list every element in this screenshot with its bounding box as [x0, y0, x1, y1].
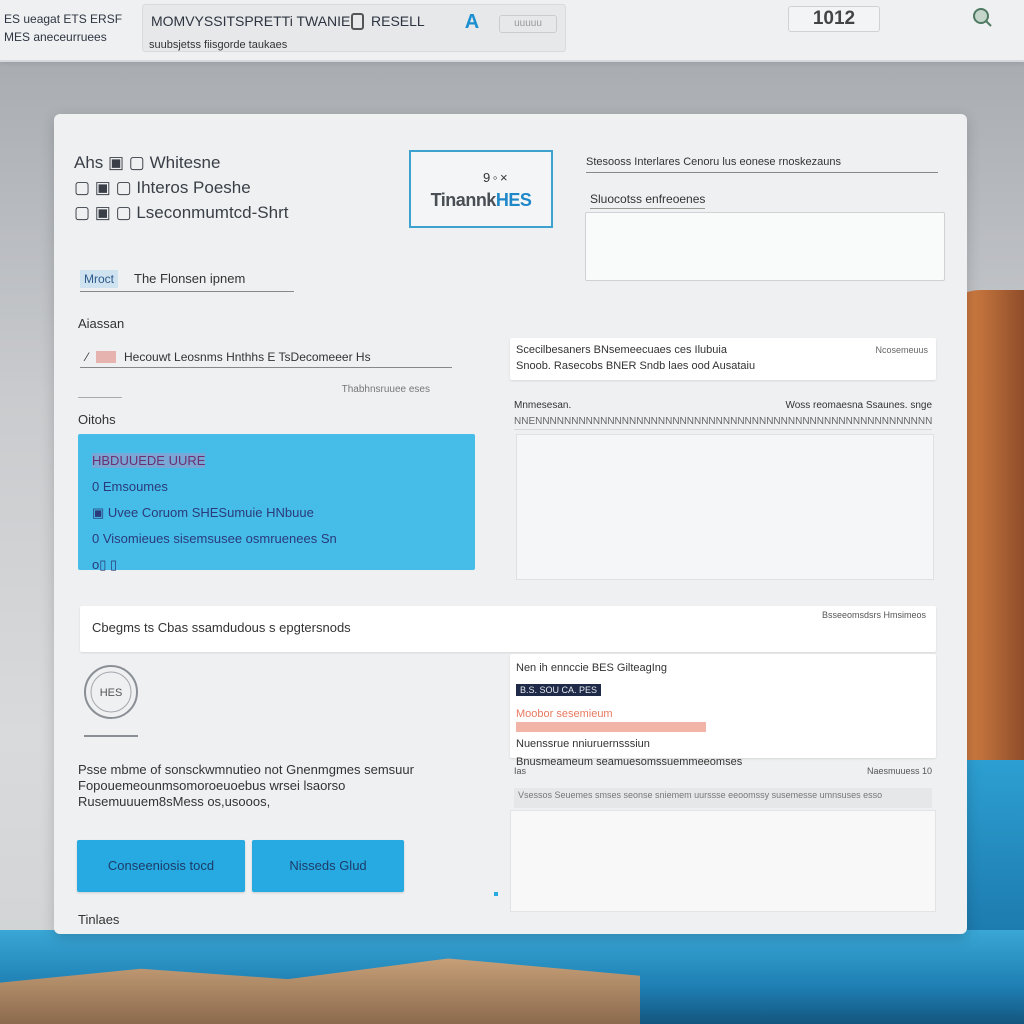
footer-label: Tinlaes	[78, 912, 120, 927]
options-label: Oitohs	[78, 412, 116, 427]
note-line: Scecilbesaners BNsemeecuaes ces Ilubuia	[516, 344, 727, 356]
seal-icon: HES	[78, 662, 144, 744]
logo-text-a: Tinannk	[430, 190, 497, 210]
app-menu-line2: MES aneceurruees	[4, 30, 107, 44]
header-list: Ahs ▣ ▢ Whitesne ▢ ▣ ▢ Ihteros Poeshe ▢ …	[74, 150, 374, 225]
note-tag: Ncosemeuus	[875, 345, 928, 355]
header-row[interactable]: ▢ ▣ ▢ Ihteros Poeshe	[74, 175, 374, 200]
app-logo-icon: A	[464, 11, 480, 33]
status-dot	[494, 892, 498, 896]
details-card[interactable]: Nen ih ennccie BES GilteagIng B.S. SOU C…	[510, 654, 936, 768]
panel-subtitle: Vsessos Seuemes smses seonse sniemem uur…	[514, 788, 932, 808]
helper-divider	[78, 384, 122, 398]
panel-title: Ias	[514, 766, 527, 776]
panel-header: Mnmesesan. Woss reomaesna Ssaunes. snge	[514, 400, 932, 411]
section-label: Aiassan	[78, 316, 125, 331]
title-field-subtitle: suubsjetss fiisgorde taukaes	[149, 39, 288, 51]
banner-text: Cbegms ts Cbas ssamdudous s epgtersnods	[92, 620, 351, 635]
right-subheading: Sluocotss enfreoenes	[590, 192, 706, 209]
top-toolbar: ES ueagat ETS ERSF MES aneceurruees MOMV…	[0, 0, 1024, 62]
primary-button[interactable]: Conseeniosis tocd	[77, 840, 245, 892]
panel-title: Mnmesesan.	[514, 400, 572, 411]
options-item[interactable]: 0 Visomieues sisemsusee osmruenees Sn	[92, 526, 461, 552]
header-row[interactable]: Ahs ▣ ▢ Whitesne	[74, 150, 374, 175]
title-field-text: MOMVYSSITSPRETTi TWANIE	[151, 13, 351, 29]
card-highlight	[516, 722, 706, 732]
wide-banner[interactable]: Bsseeomsdsrs Hmsimeos Cbegms ts Cbas ssa…	[80, 606, 936, 652]
options-item[interactable]: HBDUUEDE UURE	[92, 448, 461, 474]
options-item[interactable]: ▣ Uvee Coruom SHESumuie HNbuue	[92, 500, 461, 526]
logo-small-text: 9 ◦ ×	[483, 170, 508, 185]
secondary-button[interactable]: Nisseds Glud	[252, 840, 404, 892]
tab-item[interactable]: The Flonsen ipnem	[134, 271, 245, 286]
logo-text-b: HES	[495, 190, 532, 210]
title-field[interactable]: MOMVYSSITSPRETTi TWANIE RESELL A uuuuu s…	[142, 4, 566, 52]
header-row[interactable]: ▢ ▣ ▢ Lseconmumtcd-Shrt	[74, 200, 374, 225]
brand-logo: 9 ◦ × TinannkHES	[409, 150, 553, 228]
main-window: Ahs ▣ ▢ Whitesne ▢ ▣ ▢ Ihteros Poeshe ▢ …	[54, 114, 967, 934]
info-note: Ncosemeuus Scecilbesaners BNsemeecuaes c…	[510, 338, 936, 380]
input-value: Hecouwt Leosnms Hnthhs E TsDecomeeer Hs	[124, 349, 371, 364]
helper-text: Thabhnsruuee eses	[341, 384, 430, 395]
content-panel[interactable]	[510, 810, 936, 912]
options-item[interactable]: 0 Emsoumes	[92, 474, 461, 500]
card-line: Moobor sesemieum	[516, 708, 613, 720]
tab-bar: Mroct The Flonsen ipnem	[80, 266, 294, 292]
banner-tag: Bsseeomsdsrs Hmsimeos	[821, 610, 926, 620]
card-title: Nen ih ennccie BES GilteagIng	[516, 662, 668, 674]
text-input[interactable]: ⁄ Hecouwt Leosnms Hnthhs E TsDecomeeer H…	[80, 346, 452, 368]
search-icon[interactable]	[966, 6, 998, 32]
panel-meta: Woss reomaesna Ssaunes. snge	[785, 400, 932, 411]
content-panel[interactable]	[516, 434, 934, 580]
card-line: Nuenssrue nniuruernsssiun	[516, 738, 650, 750]
checkbox[interactable]	[351, 13, 364, 30]
input-helper-row: Thabhnsruuee eses	[78, 384, 430, 398]
options-panel: HBDUUEDE UURE 0 Emsoumes ▣ Uvee Coruom S…	[78, 434, 475, 572]
panel-header: Ias Naesmuuess 10	[514, 766, 932, 776]
input-caret: ⁄	[86, 349, 89, 364]
counter-display: 1012	[788, 6, 880, 32]
small-button[interactable]: uuuuu	[499, 15, 557, 33]
background-water-right	[965, 760, 1024, 940]
note-line: Snoob. Rasecobs BNER Sndb laes ood Ausat…	[516, 360, 756, 372]
app-menu-line1: ES ueagat ETS ERSF	[4, 12, 123, 26]
notes-textarea[interactable]	[585, 212, 945, 281]
status-badge: B.S. SOU CA. PES	[516, 684, 602, 696]
panel-meta: Naesmuuess 10	[866, 766, 932, 776]
input-highlight	[96, 350, 117, 363]
panel-subtitle: NNENNNNNNNNNNNNNNNNNNNNNNNNNNNNNNNNNNNNN…	[514, 416, 932, 430]
app-menu[interactable]: ES ueagat ETS ERSF MES aneceurruees	[4, 10, 132, 46]
tab-active[interactable]: Mroct	[80, 269, 118, 288]
right-heading: Stesooss Interlares Cenoru lus eonese rn…	[586, 156, 938, 173]
options-item[interactable]: o▯ ▯	[92, 552, 461, 578]
svg-text:HES: HES	[100, 687, 123, 699]
description-text: Psse mbme of sonsckwmnutieo not Gnenmgme…	[78, 762, 414, 809]
reset-button[interactable]: RESELL	[371, 13, 425, 29]
